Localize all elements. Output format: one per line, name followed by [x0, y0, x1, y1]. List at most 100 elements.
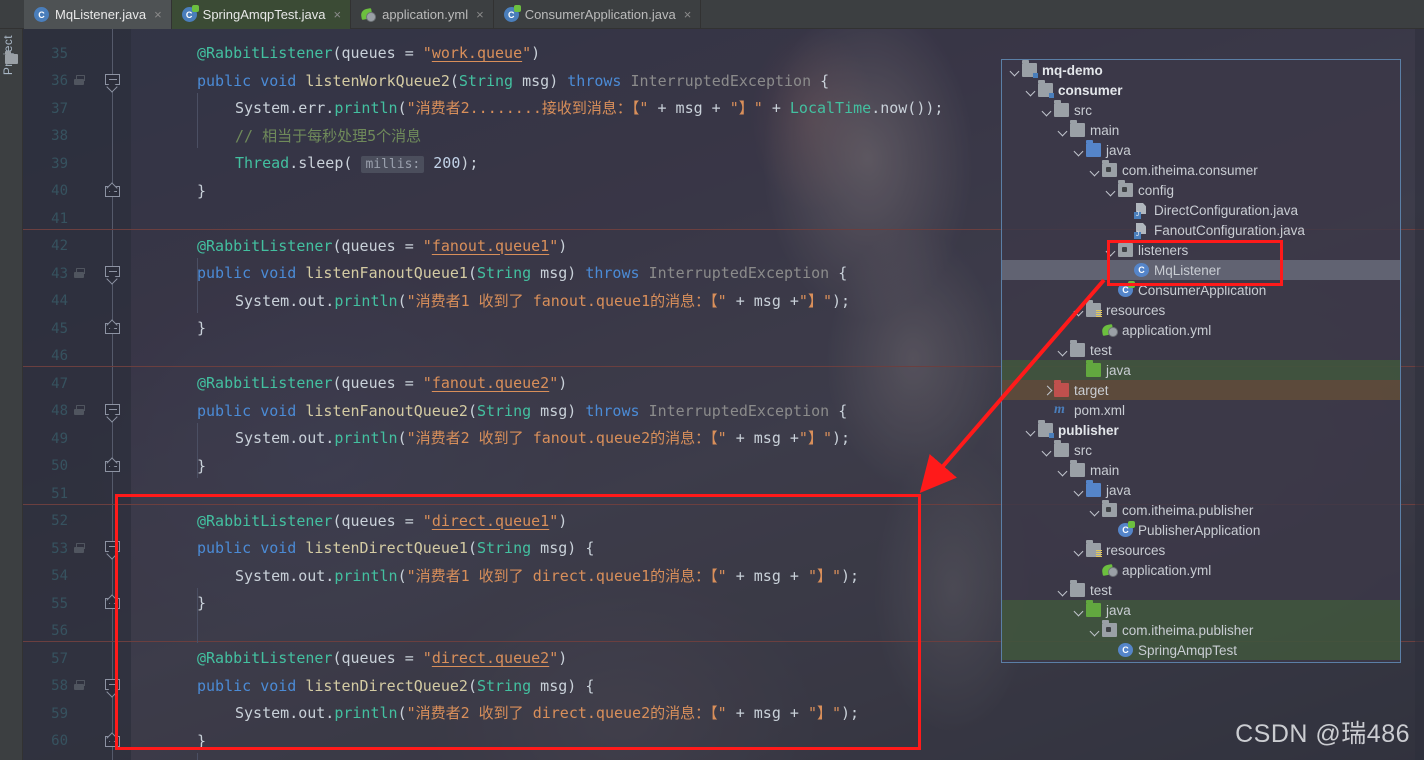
fold-end-icon[interactable]: [105, 594, 120, 613]
tree-node-java[interactable]: java: [1002, 600, 1400, 620]
tree-node-label: mq-demo: [1042, 62, 1103, 78]
tree-node-java[interactable]: java: [1002, 360, 1400, 380]
chevron-down-icon[interactable]: [1040, 444, 1053, 457]
fold-start-icon[interactable]: [105, 678, 120, 698]
editor-scrollbar[interactable]: [1415, 29, 1424, 760]
code-line[interactable]: // 相当于每秒处理5个消息: [235, 123, 421, 151]
chevron-down-icon[interactable]: [1056, 584, 1069, 597]
code-line[interactable]: @RabbitListener(queues = "direct.queue2"…: [197, 645, 567, 673]
chevron-down-icon[interactable]: [1072, 144, 1085, 157]
tree-node-src[interactable]: src: [1002, 440, 1400, 460]
code-token: +: [702, 99, 730, 117]
code-line[interactable]: }: [197, 315, 206, 343]
chevron-down-icon[interactable]: [1088, 504, 1101, 517]
tree-node-publisherapplication[interactable]: PublisherApplication: [1002, 520, 1400, 540]
tree-node-test[interactable]: test: [1002, 580, 1400, 600]
tree-node-mq-demo[interactable]: mq-demo: [1002, 60, 1400, 80]
code-line[interactable]: @RabbitListener(queues = "direct.queue1"…: [197, 508, 567, 536]
chevron-right-icon[interactable]: [1040, 384, 1053, 397]
code-line[interactable]: Thread.sleep( millis: 200);: [235, 150, 478, 178]
fold-start-icon[interactable]: [105, 73, 120, 93]
fold-end-icon[interactable]: [105, 319, 120, 338]
fold-start-icon[interactable]: [105, 541, 120, 560]
close-icon[interactable]: ×: [154, 7, 162, 22]
tree-node-com-itheima-publisher[interactable]: com.itheima.publisher: [1002, 620, 1400, 640]
chevron-down-icon[interactable]: [1088, 624, 1101, 637]
tree-node-mqlistener[interactable]: MqListener: [1002, 260, 1400, 280]
tree-node-target[interactable]: target: [1002, 380, 1400, 400]
close-icon[interactable]: ×: [476, 7, 484, 22]
chevron-down-icon[interactable]: [1072, 544, 1085, 557]
tree-node-fanoutconfiguration-java[interactable]: FanoutConfiguration.java: [1002, 220, 1400, 240]
close-icon[interactable]: ×: [334, 7, 342, 22]
code-line[interactable]: @RabbitListener(queues = "fanout.queue1"…: [197, 233, 567, 261]
project-tree-panel[interactable]: mq-demo consumer src main java com.itheima.co…: [1001, 59, 1401, 663]
code-line[interactable]: System.err.println("消费者2........接收到消息：【"…: [235, 95, 943, 123]
tree-node-java[interactable]: java: [1002, 480, 1400, 500]
code-line[interactable]: }: [197, 728, 206, 756]
code-line[interactable]: public void listenWorkQueue2(String msg)…: [197, 68, 829, 96]
chevron-down-icon[interactable]: [1024, 424, 1037, 437]
tree-node-application-yml[interactable]: application.yml: [1002, 560, 1400, 580]
editor-tab-consumerapplication-java[interactable]: ConsumerApplication.java ×: [494, 0, 702, 29]
tree-node-test[interactable]: test: [1002, 340, 1400, 360]
fold-start-icon[interactable]: [105, 266, 120, 285]
code-line[interactable]: public void listenDirectQueue2(String ms…: [197, 673, 594, 701]
code-line[interactable]: public void listenFanoutQueue2(String ms…: [197, 398, 847, 426]
tree-node-com-itheima-consumer[interactable]: com.itheima.consumer: [1002, 160, 1400, 180]
chevron-down-icon[interactable]: [1056, 344, 1069, 357]
chevron-down-icon[interactable]: [1056, 124, 1069, 137]
tree-node-consumer[interactable]: consumer: [1002, 80, 1400, 100]
tree-node-resources[interactable]: resources: [1002, 300, 1400, 320]
tree-node-java[interactable]: java: [1002, 140, 1400, 160]
editor-tab-application-yml[interactable]: application.yml ×: [351, 0, 494, 29]
chevron-down-icon[interactable]: [1104, 184, 1117, 197]
chevron-down-icon[interactable]: [1040, 104, 1053, 117]
tree-node-directconfiguration-java[interactable]: DirectConfiguration.java: [1002, 200, 1400, 220]
code-line[interactable]: public void listenDirectQueue1(String ms…: [197, 535, 594, 563]
code-line[interactable]: }: [197, 590, 206, 618]
tree-node-consumerapplication[interactable]: ConsumerApplication: [1002, 280, 1400, 300]
chevron-down-icon[interactable]: [1056, 464, 1069, 477]
tree-node-label: config: [1138, 182, 1175, 198]
code-line[interactable]: }: [197, 453, 206, 481]
tree-node-main[interactable]: main: [1002, 120, 1400, 140]
code-line[interactable]: System.out.println("消费者2 收到了 direct.queu…: [235, 700, 859, 728]
code-line[interactable]: }: [197, 178, 206, 206]
tree-node-main[interactable]: main: [1002, 460, 1400, 480]
chevron-down-icon[interactable]: [1088, 164, 1101, 177]
fold-end-icon[interactable]: [105, 456, 120, 476]
code-line[interactable]: System.out.println("消费者1 收到了 fanout.queu…: [235, 288, 850, 316]
chevron-down-icon[interactable]: [1104, 244, 1117, 257]
tree-node-config[interactable]: config: [1002, 180, 1400, 200]
tree-node-application-yml[interactable]: application.yml: [1002, 320, 1400, 340]
code-line[interactable]: public void listenFanoutQueue1(String ms…: [197, 260, 847, 288]
editor-gutter[interactable]: [23, 29, 131, 760]
code-line[interactable]: System.out.println("消费者1 收到了 direct.queu…: [235, 563, 859, 591]
code-token: void: [260, 71, 306, 90]
chevron-down-icon[interactable]: [1072, 604, 1085, 617]
chevron-down-icon[interactable]: [1072, 304, 1085, 317]
code-token: "消费者1 收到了 direct.queue1的消息：: [406, 566, 711, 585]
editor-tab-mqlistener-java[interactable]: MqListener.java ×: [24, 0, 172, 29]
code-line[interactable]: System.out.println("消费者2 收到了 fanout.queu…: [235, 425, 850, 453]
tree-node-pom-xml[interactable]: pom.xml: [1002, 400, 1400, 420]
chevron-down-icon[interactable]: [1072, 484, 1085, 497]
fold-start-icon[interactable]: [105, 403, 120, 423]
tree-node-listeners[interactable]: listeners: [1002, 240, 1400, 260]
code-line[interactable]: @RabbitListener(queues = "fanout.queue2"…: [197, 370, 567, 398]
tree-node-src[interactable]: src: [1002, 100, 1400, 120]
close-icon[interactable]: ×: [684, 7, 692, 22]
fold-end-icon[interactable]: [105, 181, 120, 201]
left-tool-window-strip[interactable]: Project: [0, 29, 23, 760]
tree-node-publisher[interactable]: publisher: [1002, 420, 1400, 440]
tree-node-resources[interactable]: resources: [1002, 540, 1400, 560]
chevron-down-icon[interactable]: [1008, 64, 1021, 77]
fold-end-icon[interactable]: [105, 731, 120, 751]
code-token: 【: [710, 566, 718, 585]
editor-tab-springamqptest-java[interactable]: SpringAmqpTest.java ×: [171, 0, 352, 29]
chevron-down-icon[interactable]: [1024, 84, 1037, 97]
tree-node-springamqptest[interactable]: SpringAmqpTest: [1002, 640, 1400, 660]
code-line[interactable]: @RabbitListener(queues = "work.queue"): [197, 40, 540, 68]
tree-node-com-itheima-publisher[interactable]: com.itheima.publisher: [1002, 500, 1400, 520]
